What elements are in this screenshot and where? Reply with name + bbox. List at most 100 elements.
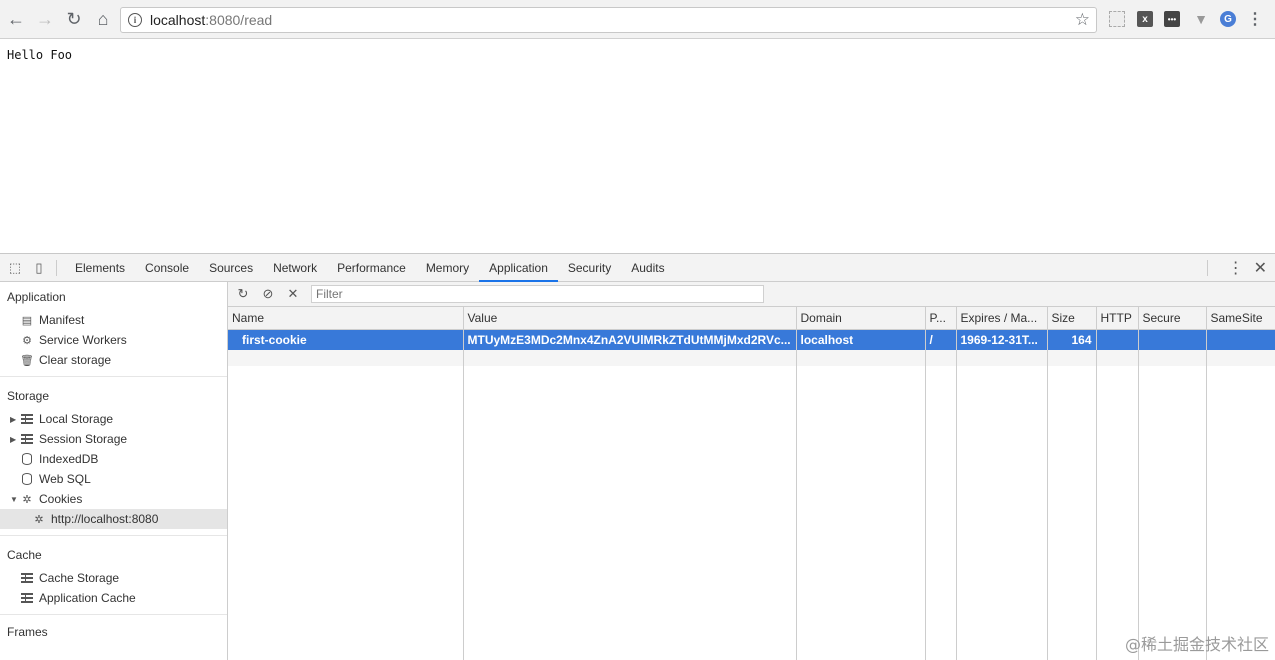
back-button[interactable]: ← <box>3 6 29 32</box>
column-header-expires[interactable]: Expires / Ma... <box>956 307 1048 330</box>
column-header-name[interactable]: Name <box>228 307 464 330</box>
page-viewport: Hello Foo <box>0 40 1275 253</box>
column-header-value[interactable]: Value <box>463 307 797 330</box>
vue-devtools-icon[interactable]: ▼ <box>1193 11 1209 27</box>
sidebar-item-label: Web SQL <box>39 472 91 486</box>
application-sidebar: Application ▤ Manifest ⚙ Service Workers… <box>0 282 228 660</box>
watermark: @稀土掘金技术社区 <box>1124 635 1269 654</box>
sidebar-item-label: Clear storage <box>39 353 112 367</box>
cookie-http[interactable] <box>1096 329 1139 350</box>
sidebar-section-application: Application ▤ Manifest ⚙ Service Workers… <box>0 282 227 377</box>
devtools-menu-icon[interactable]: ⋮ <box>1228 258 1244 278</box>
tab-audits[interactable]: Audits <box>621 254 674 282</box>
sidebar-item-manifest[interactable]: ▤ Manifest <box>0 310 227 330</box>
sidebar-item-cache-storage[interactable]: Cache Storage <box>0 568 227 588</box>
sidebar-item-label: http://localhost:8080 <box>51 512 159 526</box>
sidebar-item-label: Session Storage <box>39 432 128 446</box>
extension-dots-icon[interactable]: ••• <box>1164 11 1180 27</box>
table-header-row: Name Value Domain P... Expires / Ma... S… <box>228 307 1275 330</box>
cookie-name[interactable]: first-cookie <box>228 329 464 350</box>
bookmark-star-icon[interactable]: ☆ <box>1075 10 1090 30</box>
sidebar-heading-cache: Cache <box>7 548 42 562</box>
cookie-icon: ✲ <box>34 513 44 526</box>
page-text: Hello Foo <box>7 48 73 62</box>
close-devtools-icon[interactable]: ✕ <box>1254 258 1267 278</box>
clear-all-icon[interactable]: ⊘ <box>258 284 278 304</box>
refresh-icon[interactable]: ↻ <box>233 284 253 304</box>
tab-application[interactable]: Application <box>479 254 558 282</box>
extension-icon[interactable] <box>1109 11 1125 27</box>
reload-button[interactable]: ↻ <box>61 6 87 32</box>
cookie-size[interactable]: 164 <box>1047 329 1097 350</box>
cookie-path[interactable]: / <box>925 329 957 350</box>
url-host: localhost <box>150 12 206 28</box>
extension-g-icon[interactable]: G <box>1220 11 1236 27</box>
inspect-element-icon[interactable]: ⬚ <box>6 259 24 277</box>
table-icon <box>21 414 33 424</box>
sidebar-item-session-storage[interactable]: ▶ Session Storage <box>0 429 227 449</box>
devtools-panel: ⬚ ▯ Elements Console Sources Network Per… <box>0 253 1275 660</box>
sidebar-item-application-cache[interactable]: Application Cache <box>0 588 227 608</box>
forward-button[interactable]: → <box>32 6 58 32</box>
info-icon[interactable]: i <box>128 13 142 27</box>
device-toggle-icon[interactable]: ▯ <box>30 259 48 277</box>
home-button[interactable]: ⌂ <box>90 6 116 32</box>
sidebar-item-web-sql[interactable]: Web SQL <box>0 469 227 489</box>
tab-console[interactable]: Console <box>135 254 199 282</box>
sidebar-item-label: Cache Storage <box>39 571 120 585</box>
column-header-path[interactable]: P... <box>925 307 957 330</box>
tab-network[interactable]: Network <box>263 254 327 282</box>
cookie-icon: ✲ <box>22 493 32 506</box>
sidebar-item-label: Local Storage <box>39 412 114 426</box>
column-header-size[interactable]: Size <box>1047 307 1097 330</box>
tab-performance[interactable]: Performance <box>327 254 416 282</box>
database-icon <box>22 453 32 465</box>
column-dividers <box>228 330 1275 660</box>
sidebar-item-indexeddb[interactable]: IndexedDB <box>0 449 227 469</box>
column-header-domain[interactable]: Domain <box>796 307 926 330</box>
cookie-domain[interactable]: localhost <box>796 329 926 350</box>
sidebar-item-local-storage[interactable]: ▶ Local Storage <box>0 409 227 429</box>
tab-sources[interactable]: Sources <box>199 254 263 282</box>
gear-icon: ⚙ <box>22 334 32 347</box>
filter-input[interactable] <box>311 285 764 303</box>
delete-selected-icon[interactable]: ✕ <box>283 284 303 304</box>
table-icon <box>21 573 33 583</box>
tab-elements[interactable]: Elements <box>65 254 135 282</box>
cookies-panel: ↻ ⊘ ✕ Name Value Domain P... Expires / M… <box>228 282 1275 660</box>
table-icon <box>21 593 33 603</box>
sidebar-heading-frames: Frames <box>7 625 48 639</box>
collapse-arrow-icon[interactable]: ▼ <box>10 495 20 504</box>
sidebar-heading-application: Application <box>7 290 66 304</box>
column-header-samesite[interactable]: SameSite <box>1206 307 1275 330</box>
tab-security[interactable]: Security <box>558 254 621 282</box>
document-icon: ▤ <box>21 314 33 327</box>
cookie-expires[interactable]: 1969-12-31T... <box>956 329 1048 350</box>
cookies-table: Name Value Domain P... Expires / Ma... S… <box>228 307 1275 366</box>
cookie-value[interactable]: MTUyMzE3MDc2Mnx4ZnA2VUlMRkZTdUtMMjMxd2RV… <box>463 329 797 350</box>
expand-arrow-icon[interactable]: ▶ <box>10 435 20 444</box>
address-bar[interactable]: i localhost:8080/read ☆ <box>120 7 1097 33</box>
browser-menu-icon[interactable]: ⋮ <box>1247 11 1263 28</box>
sidebar-item-clear-storage[interactable]: 🗑 Clear storage <box>0 350 227 370</box>
table-icon <box>21 434 33 444</box>
tab-memory[interactable]: Memory <box>416 254 479 282</box>
sidebar-heading-storage: Storage <box>7 389 50 403</box>
column-header-secure[interactable]: Secure <box>1138 307 1207 330</box>
url-text[interactable]: localhost:8080/read <box>150 12 272 28</box>
url-path: :8080/read <box>205 12 273 28</box>
sidebar-section-cache: Cache Cache Storage Application Cache <box>0 540 227 615</box>
sidebar-item-label: Cookies <box>39 492 83 506</box>
table-row[interactable]: first-cookie MTUyMzE3MDc2Mnx4ZnA2VUlMRkZ… <box>228 329 1275 350</box>
column-header-http[interactable]: HTTP <box>1096 307 1139 330</box>
expand-arrow-icon[interactable]: ▶ <box>10 415 20 424</box>
sidebar-item-cookies[interactable]: ▼ ✲ Cookies <box>0 489 227 509</box>
cookies-toolbar: ↻ ⊘ ✕ <box>228 282 1275 307</box>
cookie-samesite[interactable] <box>1206 329 1275 350</box>
tab-separator <box>56 259 57 276</box>
cookie-secure[interactable] <box>1138 329 1207 350</box>
sidebar-item-cookie-origin[interactable]: ✲ http://localhost:8080 <box>0 509 227 529</box>
sidebar-item-label: Service Workers <box>39 333 127 347</box>
sidebar-item-service-workers[interactable]: ⚙ Service Workers <box>0 330 227 350</box>
extension-x-icon[interactable]: x <box>1137 11 1153 27</box>
